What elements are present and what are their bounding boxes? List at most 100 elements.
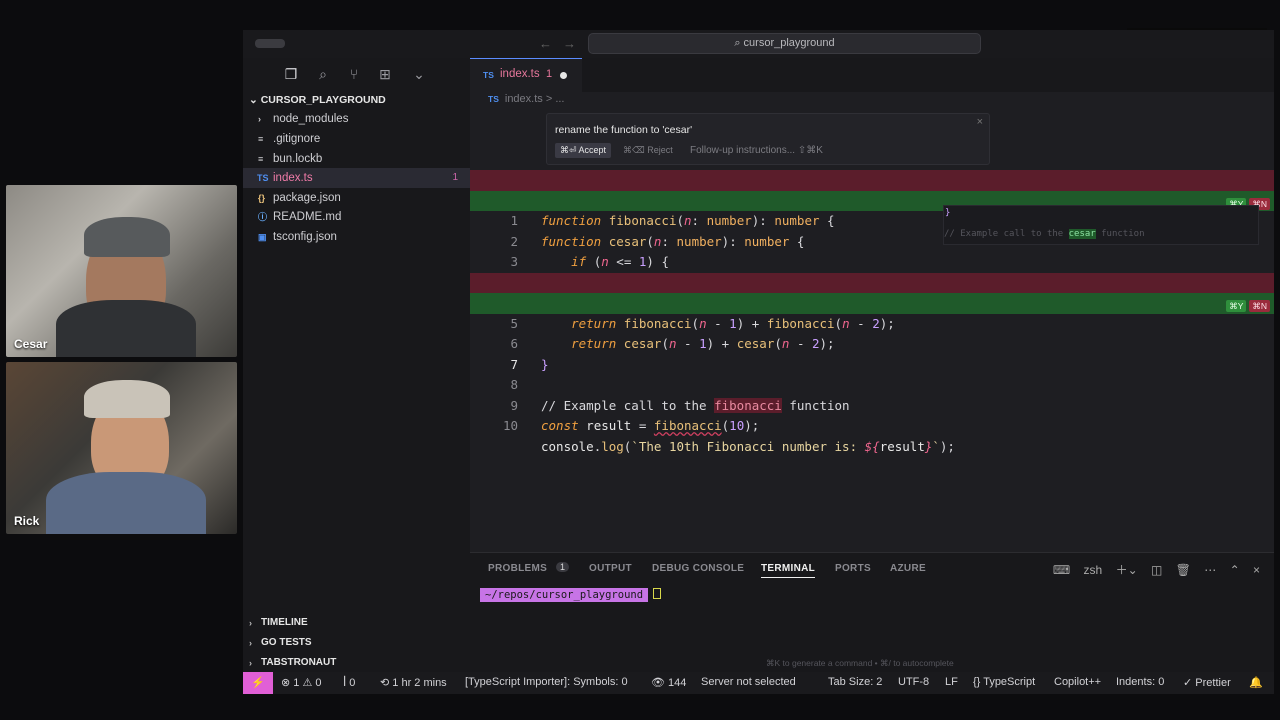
split-terminal-icon[interactable]: ◫ [1151,563,1162,577]
terminal-icon[interactable]: ⌨ zsh [1053,563,1102,577]
code-line-deleted: return fibonacci(n - 1) + fibonacci(n - … [470,272,1274,331]
typescript-icon: TS [488,94,499,104]
status-copilot[interactable]: Copilot++ [1054,676,1101,688]
tab-azure[interactable]: AZURE [890,563,926,574]
command-center-search[interactable]: ⌕ cursor_playground [588,33,981,54]
status-encoding[interactable]: UTF-8 [898,676,929,688]
status-language[interactable]: {} TypeScript [973,676,1035,688]
file-gitignore[interactable]: ≡ .gitignore [243,129,470,149]
explorer-root[interactable]: ⌄ CURSOR_PLAYGROUND [249,94,386,106]
webcam-cesar: Cesar [6,185,237,357]
tab-terminal[interactable]: TERMINAL [761,563,816,578]
files-icon[interactable]: ❐ [283,66,299,82]
screen: Cesar Rick Fl ← → ⌕ cursor_playground ❐ … [0,0,1280,720]
tab-ports[interactable]: PORTS [835,563,871,574]
inline-edit-instruction[interactable]: rename the function to 'cesar' [555,124,692,136]
typescript-icon: TS [483,70,494,80]
extensions-icon[interactable]: ⊞ [377,66,393,82]
chevron-right-icon: › [249,638,252,648]
trash-icon[interactable]: 🗑 [1176,563,1191,577]
status-problems[interactable]: ⊗ 1 ⚠ 0 [281,676,321,689]
chevron-right-icon: › [249,658,252,668]
code-line: 9 const result = fibonacci(10); [470,375,1274,434]
panel-go-tests[interactable]: › GO TESTS [243,633,470,653]
arrow-left-icon[interactable]: ← [539,36,552,51]
breadcrumb-path: index.ts > ... [504,93,565,105]
info-icon: ⓘ [258,212,268,222]
json-icon: {} [258,193,266,203]
tab-label: index.ts [500,68,540,80]
problems-count-badge: 1 [556,562,570,572]
file-node-modules[interactable]: › node_modules [243,109,470,129]
code-line: 6 } [470,314,1274,372]
panel-tabstronaut[interactable]: › TABSTRONAUT [243,653,470,673]
panel-actions: ⌨ zsh ＋⌄ ◫ 🗑 ⋯ ⌃ × [1043,561,1260,578]
activity-bar: ❐ ⌕ ⑂ ⊞ ⌄ [243,58,470,92]
code-line-deleted: function fibonacci(n: number): number { [470,170,1274,228]
breadcrumb[interactable]: TS index.ts > ... [488,93,565,105]
code-text: console.log(`The 10th Fibonacci number i… [541,438,955,454]
webcam-rick: Rick [6,362,237,534]
bell-icon[interactable]: 🔔 [1249,676,1263,689]
accept-diff-button[interactable]: ⌘Y [1226,300,1247,312]
status-server[interactable]: Server not selected [701,676,796,688]
webcam-name: Cesar [14,337,48,351]
reject-button[interactable]: ⌘⌫ Reject [623,143,673,158]
tab-index-ts[interactable]: TS index.ts 1 [470,58,582,92]
status-tab-size[interactable]: Tab Size: 2 [828,676,882,688]
chevron-right-icon: › [249,618,252,628]
problem-count-badge: 1 [452,172,458,183]
status-bar: ⚡ ⊗ 1 ⚠ 0 ꟾ 0 ⟲ 1 hr 2 mins [TypeScript … [243,672,1274,694]
editor-window: ← → ⌕ cursor_playground ❐ ⌕ ⑂ ⊞ ⌄ ⌄ CURS… [243,30,1274,694]
terminal-hint: ⌘K to generate a command • ⌘/ to autocom… [766,658,954,668]
status-ts-importer[interactable]: [TypeScript Importer]: Symbols: 0 [465,676,628,688]
tsconfig-icon: ▣ [258,232,267,242]
window-controls[interactable] [255,39,285,48]
status-prettier[interactable]: ✓ Prettier [1183,676,1231,689]
panel-timeline[interactable]: › TIMELINE [243,613,470,633]
status-time[interactable]: ⟲ 1 hr 2 mins [380,676,447,689]
source-control-icon[interactable]: ⑂ [346,66,362,82]
explorer-sidebar: ⌄ CURSOR_PLAYGROUND › node_modules ≡ .giti… [243,92,470,672]
status-eol[interactable]: LF [945,676,958,688]
folder-chevron-icon: › [258,114,261,124]
code-text: const result = fibonacci(10); [541,418,760,433]
file-package-json[interactable]: {} package.json [243,188,470,208]
webcam-name: Rick [14,514,40,528]
status-indents[interactable]: Indents: 0 [1116,676,1164,688]
close-icon[interactable]: × [1253,563,1260,577]
tab-output[interactable]: OUTPUT [589,563,632,574]
close-icon[interactable]: × [977,116,983,128]
file-index-ts[interactable]: TS index.ts 1 [243,168,470,188]
tab-problems[interactable]: PROBLEMS [488,563,547,574]
search-icon[interactable]: ⌕ [315,66,331,82]
file-tsconfig-json[interactable]: ▣ tsconfig.json [243,227,470,247]
code-line-added: 5 return cesar(n - 1) + cesar(n - 2); ⌘Y… [470,293,1274,351]
search-icon: ⌕ [734,37,744,49]
remote-icon[interactable]: ⚡ [243,672,273,694]
reject-diff-button[interactable]: ⌘N [1249,300,1270,312]
editor-tabs: TS index.ts 1 [470,58,1274,92]
title-bar: ← → ⌕ cursor_playground [243,30,1274,58]
inline-edit-prompt: rename the function to 'cesar' × ⌘⏎ Acce… [546,113,990,165]
status-ports[interactable]: ꟾ 0 [343,676,355,689]
followup-input[interactable]: Follow-up instructions... ⇧⌘K [690,143,823,158]
unsaved-dot-icon[interactable] [560,72,567,79]
terminal-cursor [653,588,662,600]
maximize-icon[interactable]: ⌃ [1230,563,1240,577]
file-bun-lockb[interactable]: ≡ bun.lockb [243,149,470,169]
gitignore-icon: ≡ [258,134,264,144]
terminal-path: ~/repos/cursor_playground [480,588,649,602]
search-label: cursor_playground [743,37,835,49]
tab-problem-count: 1 [546,68,553,80]
add-terminal-icon[interactable]: ＋⌄ [1116,563,1138,577]
more-icon[interactable]: ⋯ [1204,563,1216,577]
code-line: 4 } [470,252,1274,311]
status-views[interactable]: 👁 144 [651,676,686,689]
accept-button[interactable]: ⌘⏎ Accept [555,143,612,158]
file-readme-md[interactable]: ⓘ README.md [243,207,470,227]
arrow-right-icon[interactable]: → [563,36,576,51]
tab-debug-console[interactable]: DEBUG CONSOLE [652,563,744,574]
chevron-down-icon[interactable]: ⌄ [411,66,427,82]
terminal-prompt[interactable]: ~/repos/cursor_playground [480,585,662,602]
